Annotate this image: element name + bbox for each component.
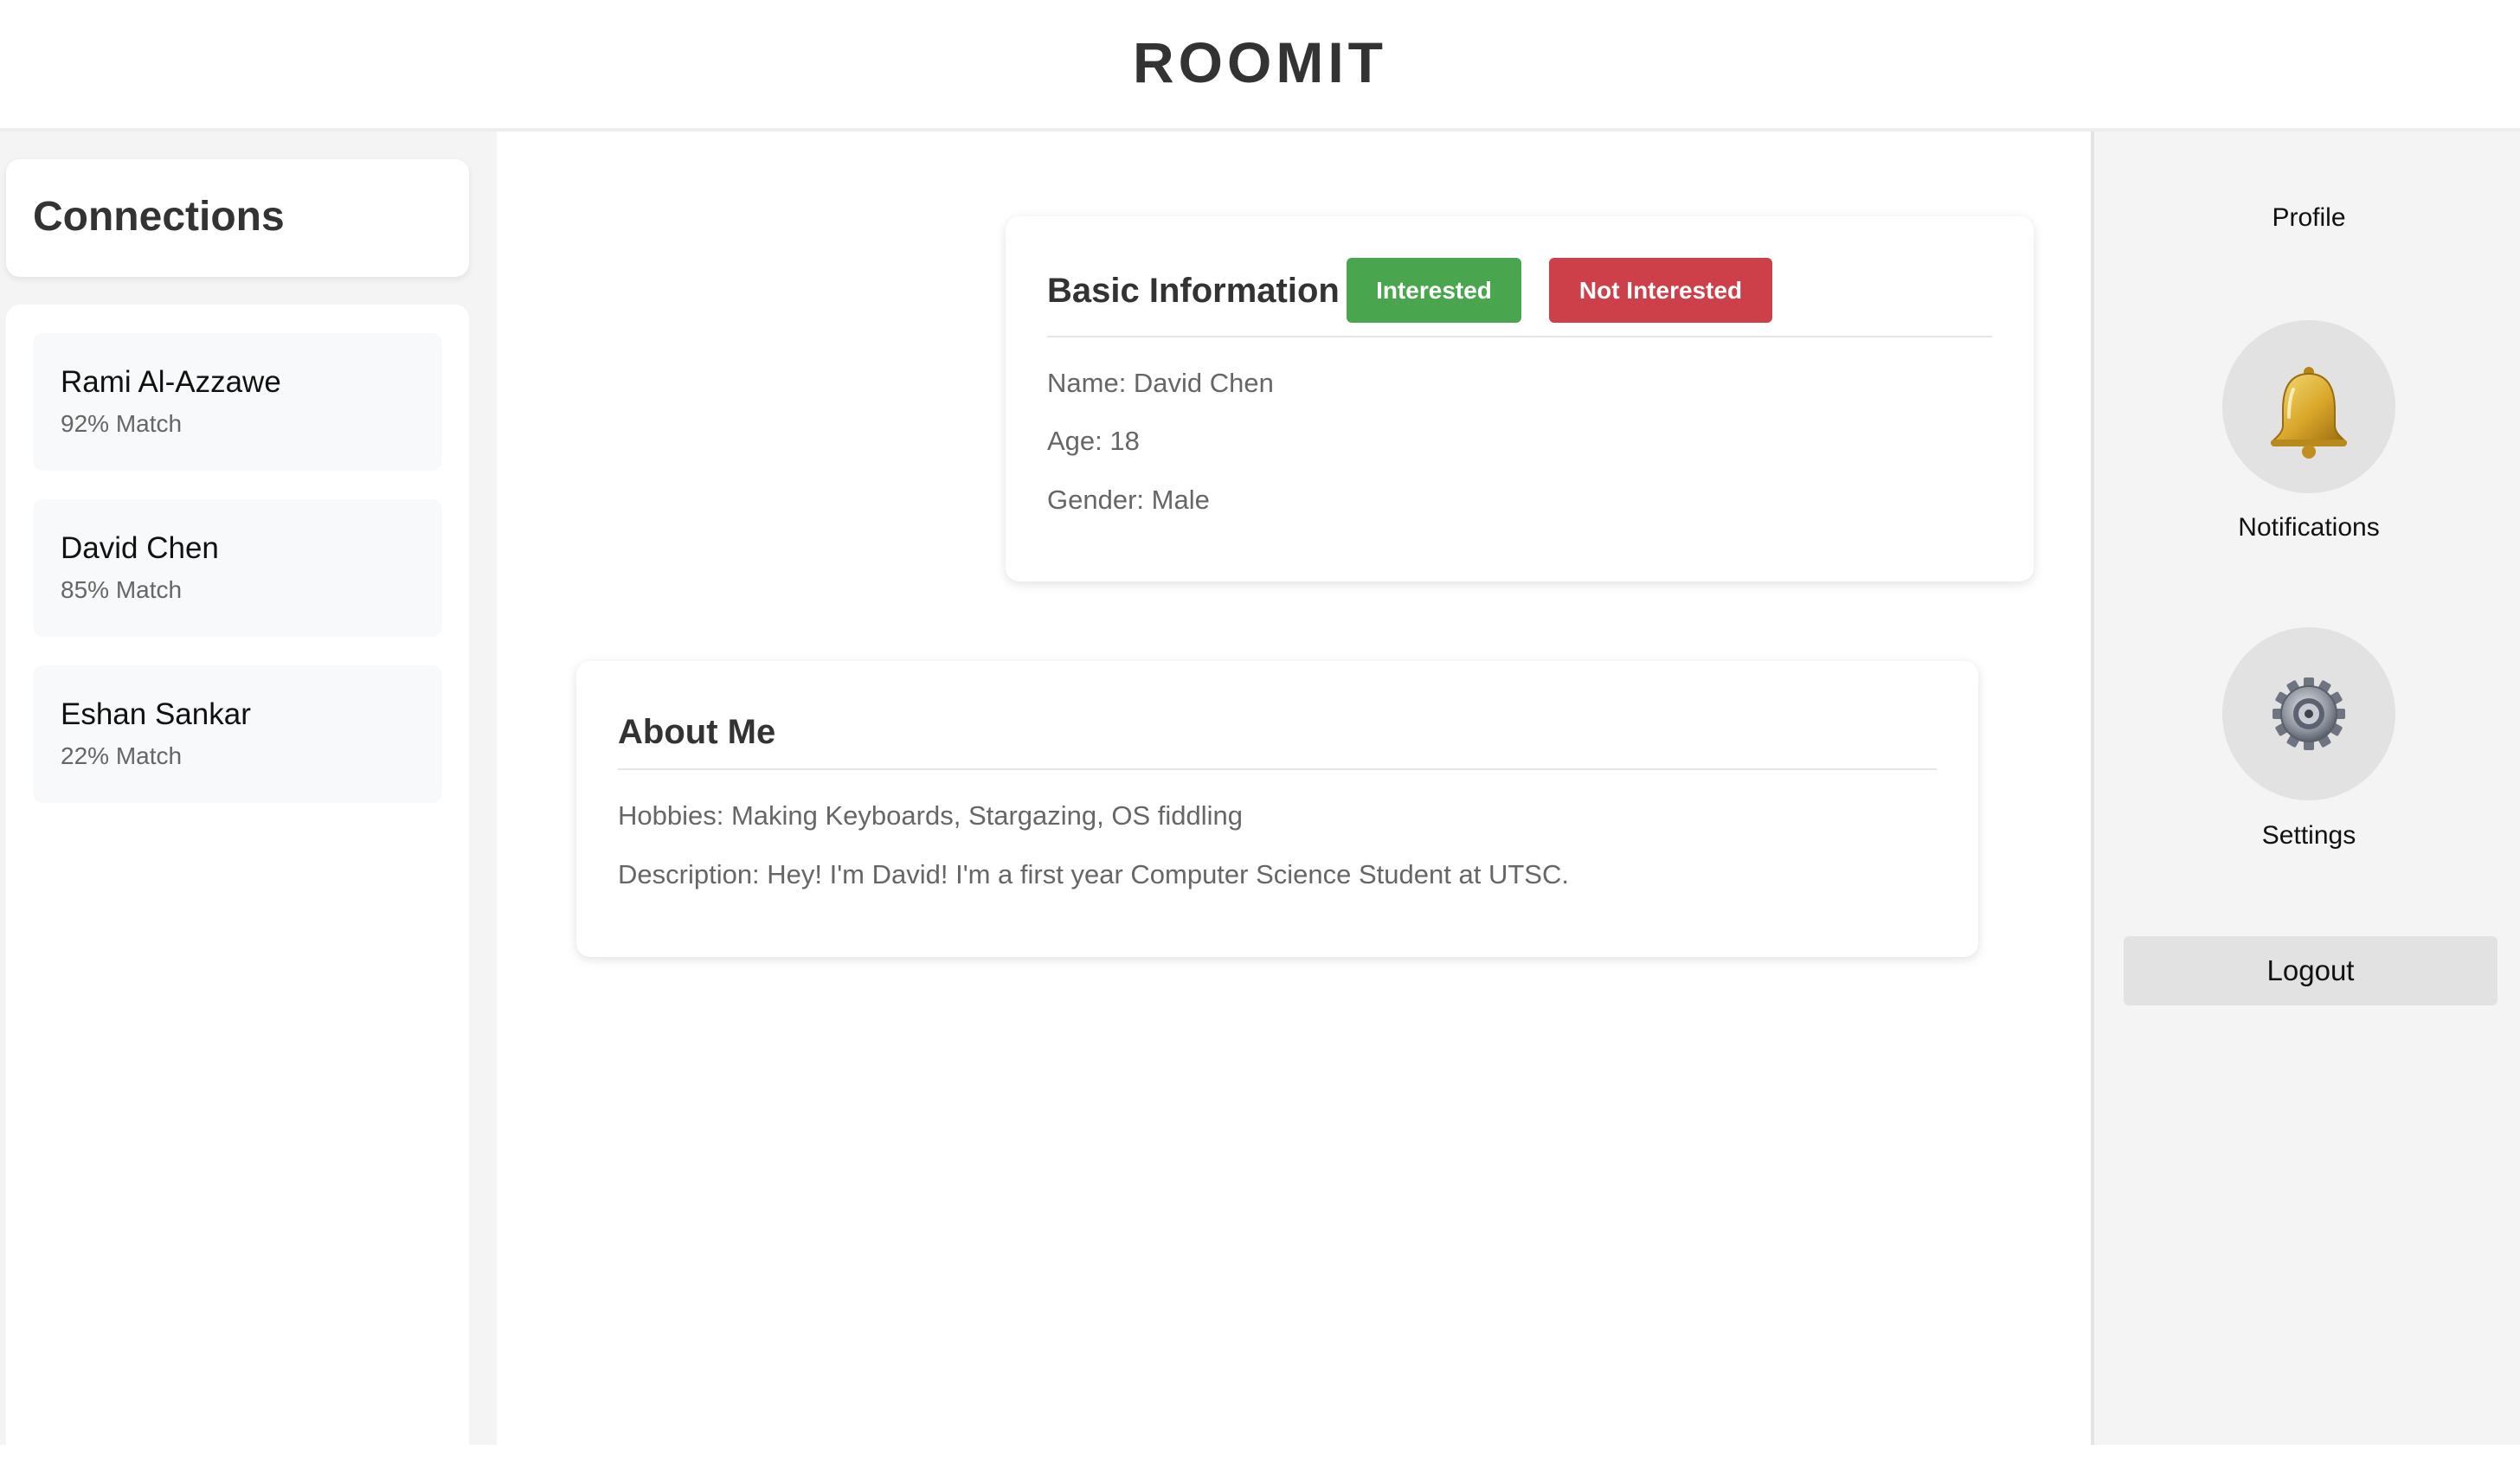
connection-name: Rami Al-Azzawe	[61, 365, 281, 399]
connection-name: Eshan Sankar	[61, 697, 251, 731]
profile-description: Description: Hey! I'm David! I'm a first…	[618, 859, 1569, 889]
nav-profile[interactable]: Profile	[2094, 202, 2520, 234]
connection-match: 92% Match	[61, 410, 183, 437]
settings-label[interactable]: Settings	[2094, 820, 2520, 851]
notifications-button[interactable]	[2222, 320, 2395, 493]
connections-list: Rami Al-Azzawe 92% Match David Chen 85% …	[6, 305, 469, 1464]
connection-name: David Chen	[61, 531, 219, 565]
connections-header: Connections	[6, 159, 469, 277]
basic-information-title: Basic Information	[1047, 272, 1340, 310]
about-me-title: About Me	[618, 713, 776, 751]
profile-name: Name: David Chen	[1047, 368, 1274, 398]
connections-sidebar: Connections Rami Al-Azzawe 92% Match Dav…	[0, 132, 497, 1464]
divider	[618, 768, 1937, 770]
connection-item-eshan[interactable]: Eshan Sankar 22% Match	[33, 665, 442, 803]
profile-gender: Gender: Male	[1047, 485, 1210, 515]
bell-icon	[2270, 367, 2348, 459]
settings-button[interactable]	[2222, 627, 2395, 800]
connection-match: 85% Match	[61, 576, 183, 603]
about-me-card: About Me Hobbies: Making Keyboards, Star…	[576, 661, 1978, 957]
connection-match: 22% Match	[61, 742, 183, 769]
app-title: ROOMIT	[1133, 30, 1387, 94]
nav-sidebar: Profile Notifications Settings Logout	[2091, 132, 2520, 1445]
not-interested-button[interactable]: Not Interested	[1549, 258, 1772, 323]
profile-hobbies: Hobbies: Making Keyboards, Stargazing, O…	[618, 800, 1244, 831]
connection-item-david[interactable]: David Chen 85% Match	[33, 499, 442, 637]
notifications-label[interactable]: Notifications	[2094, 512, 2520, 543]
divider	[1047, 336, 1992, 337]
gear-icon	[2272, 677, 2345, 750]
profile-main: Basic Information Interested Not Interes…	[497, 132, 2091, 1445]
app-header: ROOMIT	[0, 0, 2520, 132]
logout-button[interactable]: Logout	[2124, 936, 2498, 1005]
profile-age: Age: 18	[1047, 426, 1140, 456]
interested-button[interactable]: Interested	[1347, 258, 1521, 323]
connections-title: Connections	[33, 194, 285, 240]
basic-information-card: Basic Information Interested Not Interes…	[1006, 216, 2034, 581]
connection-item-rami[interactable]: Rami Al-Azzawe 92% Match	[33, 333, 442, 471]
